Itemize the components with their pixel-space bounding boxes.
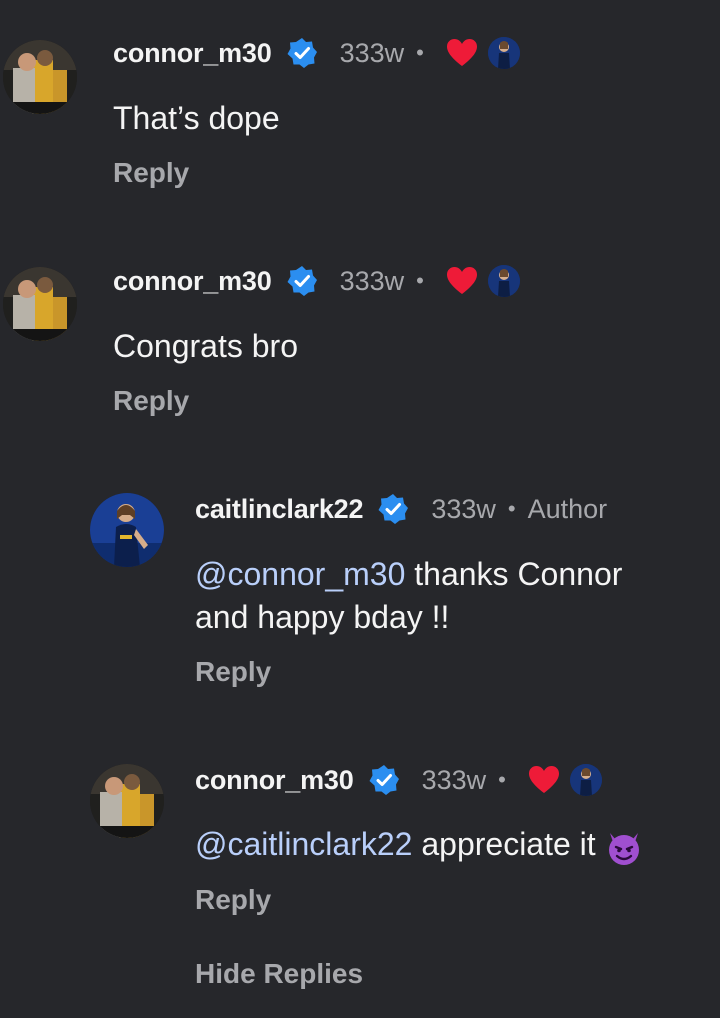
separator-dot: • <box>507 496 516 521</box>
separator-dot: • <box>416 40 424 65</box>
verified-badge-icon <box>286 265 318 297</box>
author-label: Author <box>527 493 608 524</box>
comment-time: 333w <box>339 265 405 296</box>
comment-username[interactable]: caitlinclark22 <box>195 494 364 525</box>
smiling-devil-emoji <box>604 827 644 867</box>
comment-time: 333w <box>431 493 496 524</box>
avatar-connor[interactable] <box>3 267 77 341</box>
mention-link[interactable]: @connor_m30 <box>195 556 405 592</box>
heart-icon <box>528 765 560 795</box>
hide-replies-button[interactable]: Hide Replies <box>195 958 363 990</box>
comment-text: That’s dope <box>113 100 280 136</box>
reply-button[interactable]: Reply <box>195 884 271 916</box>
comment-text: @connor_m30 thanks Connor <box>195 553 622 595</box>
reply-button[interactable]: Reply <box>195 656 271 688</box>
reply-button[interactable]: Reply <box>113 385 189 417</box>
avatar-connor[interactable] <box>3 40 77 114</box>
reply-button[interactable]: Reply <box>113 157 189 189</box>
comment-time: 333w <box>339 37 405 68</box>
comment-time: 333w <box>421 764 487 795</box>
avatar-connor[interactable] <box>90 764 164 838</box>
comment-text: Congrats bro <box>113 328 298 364</box>
verified-badge-icon <box>377 493 409 525</box>
comment-text: @caitlinclark22 appreciate it <box>195 823 644 867</box>
comment-username[interactable]: connor_m30 <box>113 266 272 297</box>
mention-link[interactable]: @caitlinclark22 <box>195 826 412 862</box>
author-avatar-mini <box>569 764 602 796</box>
comment-text-line1: thanks Connor <box>405 556 623 592</box>
comment-text-line2: and happy bday !! <box>195 599 450 635</box>
separator-dot: • <box>498 767 506 792</box>
avatar-caitlin[interactable] <box>90 493 164 567</box>
heart-icon <box>446 38 478 68</box>
author-avatar-mini <box>487 265 520 297</box>
comment-username[interactable]: connor_m30 <box>195 765 354 796</box>
comment-text-body: appreciate it <box>412 826 596 862</box>
heart-icon <box>446 266 478 296</box>
separator-dot: • <box>416 268 424 293</box>
verified-badge-icon <box>286 37 318 69</box>
verified-badge-icon <box>368 764 400 796</box>
author-avatar-mini <box>487 37 520 69</box>
comment-username[interactable]: connor_m30 <box>113 38 272 69</box>
